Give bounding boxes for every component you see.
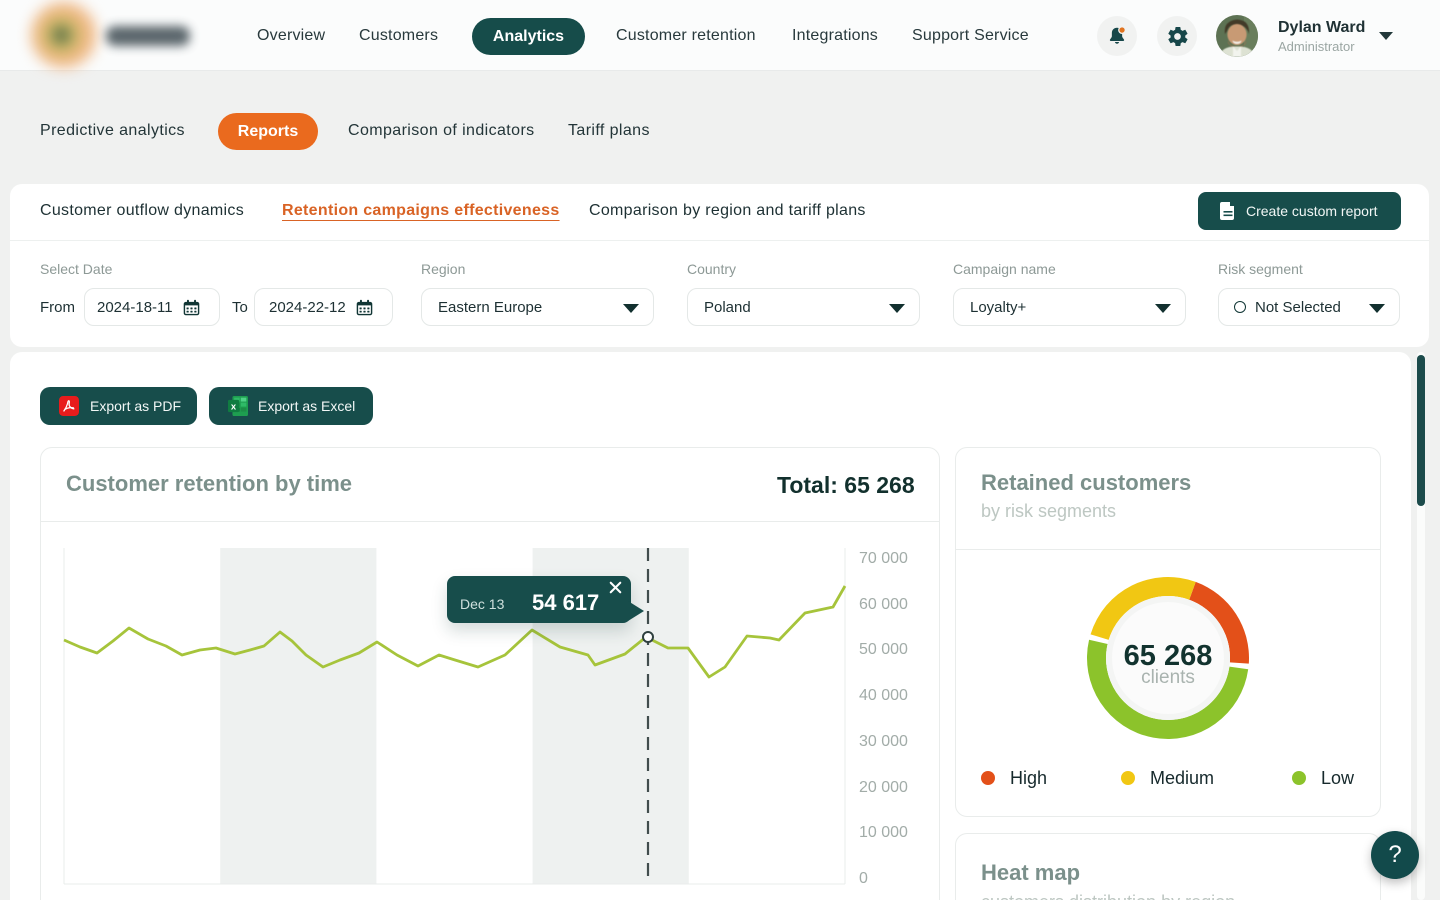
svg-text:x: x bbox=[231, 402, 237, 413]
